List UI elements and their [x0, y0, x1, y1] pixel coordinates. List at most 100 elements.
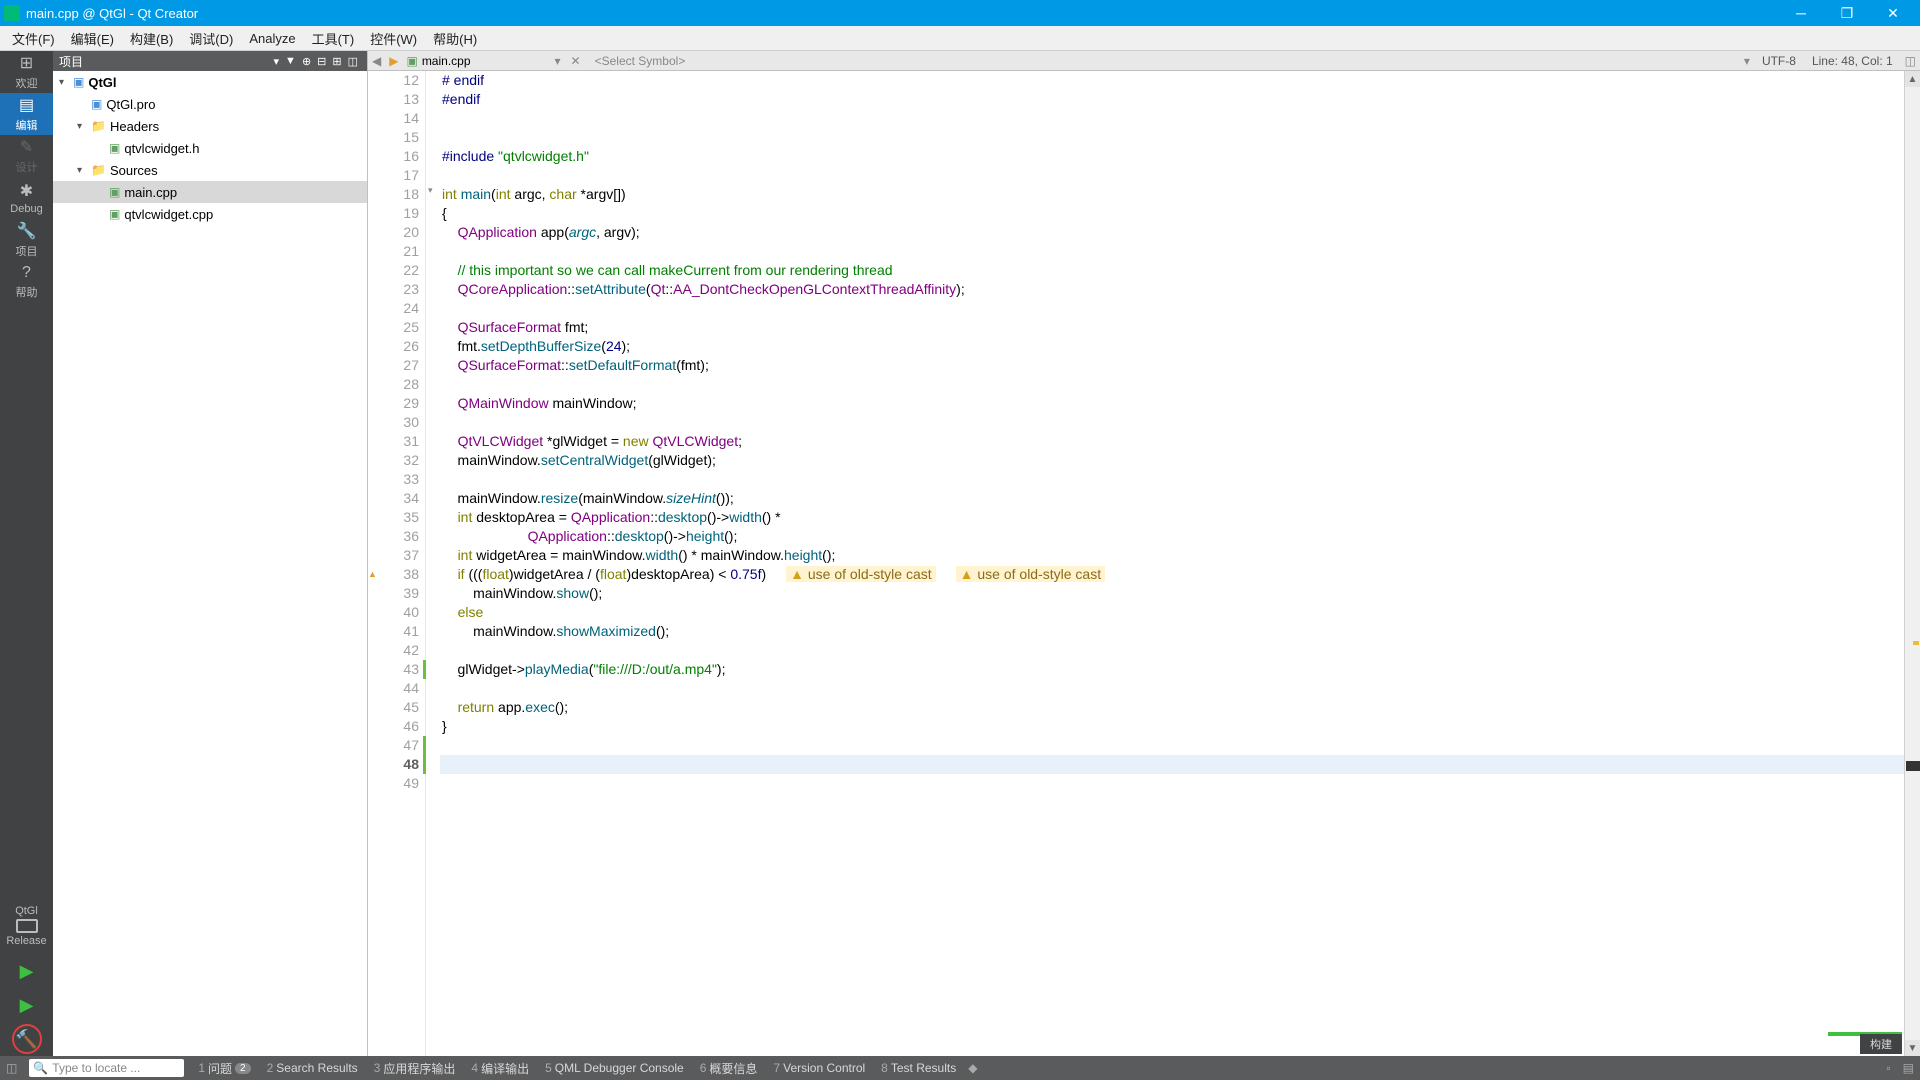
editor-area: ◀ ▶ ▣ main.cpp ▾ ✕ <Select Symbol> ▾ UTF… — [368, 51, 1920, 1056]
output-tab[interactable]: 5 QML Debugger Console — [537, 1060, 692, 1077]
twist-icon[interactable]: ▾ — [59, 77, 73, 88]
menu-item[interactable]: Analyze — [241, 26, 303, 51]
collapse-icon[interactable]: ⊞ — [329, 55, 344, 68]
tab-number: 7 — [773, 1061, 780, 1075]
node-label: main.cpp — [124, 185, 177, 200]
nav-forward-button[interactable]: ▶ — [385, 54, 402, 68]
dropdown-icon[interactable]: ▾ — [271, 55, 283, 68]
mode-编辑[interactable]: ▤编辑 — [0, 93, 53, 135]
symbol-dropdown-icon[interactable]: ▾ — [1740, 54, 1754, 68]
debug-run-button[interactable]: ▶ — [0, 988, 53, 1022]
twist-icon[interactable]: ▾ — [77, 121, 91, 132]
project-tree[interactable]: ▾▣QtGl ▣ QtGl.pro ▾📁Headers▣qtvlcwidget.h▾📁… — [53, 71, 367, 1056]
search-icon: 🔍 — [33, 1061, 48, 1075]
tree-node[interactable]: ▣main.cpp — [53, 181, 367, 203]
tree-node[interactable]: ▾📁Headers — [53, 115, 367, 137]
code-text[interactable]: # endif#endif#include "qtvlcwidget.h"int… — [440, 71, 1904, 1056]
menu-item[interactable]: 帮助(H) — [425, 26, 485, 51]
tree-node[interactable]: ▣qtvlcwidget.cpp — [53, 203, 367, 225]
output-tab[interactable]: 2 Search Results — [259, 1060, 366, 1077]
mode-项目[interactable]: 🔧项目 — [0, 219, 53, 261]
tree-node[interactable]: ▾▣QtGl — [53, 71, 367, 93]
menu-item[interactable]: 编辑(E) — [63, 26, 122, 51]
tab-number: 4 — [471, 1061, 478, 1075]
twist-icon[interactable]: ▾ — [77, 165, 91, 176]
minimize-button[interactable]: ─ — [1778, 0, 1824, 26]
more-icon[interactable]: ◆ — [964, 1061, 981, 1075]
symbol-selector[interactable]: <Select Symbol> — [587, 54, 1740, 68]
monitor-icon — [16, 919, 38, 933]
menu-item[interactable]: 调试(D) — [181, 26, 241, 51]
output-tab[interactable]: 6 概要信息 — [692, 1060, 766, 1077]
tab-dropdown-icon[interactable]: ▾ — [551, 54, 565, 68]
line-gutter[interactable]: 1213141516171819202122232425262728293031… — [382, 71, 426, 1056]
node-label: QtGl — [88, 75, 116, 90]
nav-back-button[interactable]: ◀ — [368, 54, 385, 68]
mode-欢迎[interactable]: ⊞欢迎 — [0, 51, 53, 93]
filter-icon[interactable]: ▼ — [282, 55, 299, 67]
kit-name: QtGl — [15, 905, 38, 917]
split-editor-icon[interactable]: ◫ — [1901, 54, 1920, 68]
menu-item[interactable]: 构建(B) — [122, 26, 181, 51]
editor-toolbar: ◀ ▶ ▣ main.cpp ▾ ✕ <Select Symbol> ▾ UTF… — [368, 51, 1920, 71]
maximize-button[interactable]: ❐ — [1824, 0, 1870, 26]
tab-label: 编译输出 — [481, 1060, 529, 1077]
tab-number: 3 — [374, 1061, 381, 1075]
tab-label: Version Control — [783, 1061, 865, 1075]
vertical-scrollbar[interactable]: ▲ ▼ — [1904, 71, 1920, 1056]
mode-设计[interactable]: ✎设计 — [0, 135, 53, 177]
file-icon: ▣ — [406, 54, 417, 68]
tree-node[interactable]: ▣ QtGl.pro — [53, 93, 367, 115]
tab-number: 5 — [545, 1061, 552, 1075]
mode-strip: ⊞欢迎▤编辑✎设计✱Debug🔧项目?帮助 QtGl Release ▶ ▶ 🔨 — [0, 51, 53, 1056]
tab-number: 6 — [700, 1061, 707, 1075]
build-button[interactable]: 🔨 — [0, 1022, 53, 1056]
mode-icon: ✎ — [20, 137, 33, 157]
mode-Debug[interactable]: ✱Debug — [0, 177, 53, 219]
sidebar-toggle-icon[interactable]: ▤ — [1897, 1061, 1920, 1075]
sync-icon[interactable]: ⊟ — [314, 55, 329, 68]
tree-node[interactable]: ▾📁Sources — [53, 159, 367, 181]
output-tab[interactable]: 4 编译输出 — [463, 1060, 537, 1077]
file-icon: ▣ — [91, 97, 102, 111]
scroll-up-icon[interactable]: ▲ — [1905, 71, 1920, 87]
position-marker — [1906, 761, 1920, 771]
build-label: 构建 — [1860, 1034, 1902, 1054]
close-button[interactable]: ✕ — [1870, 0, 1916, 26]
cursor-position[interactable]: Line: 48, Col: 1 — [1804, 54, 1901, 68]
mode-icon: ✱ — [20, 181, 33, 201]
split-icon[interactable]: ◫ — [345, 55, 361, 68]
mode-帮助[interactable]: ?帮助 — [0, 261, 53, 303]
tree-node[interactable]: ▣qtvlcwidget.h — [53, 137, 367, 159]
mode-label: 项目 — [16, 243, 38, 259]
menu-item[interactable]: 控件(W) — [362, 26, 425, 51]
output-tab[interactable]: 7 Version Control — [765, 1060, 873, 1077]
run-button[interactable]: ▶ — [0, 954, 53, 988]
output-tab[interactable]: 1 问题2 — [190, 1060, 258, 1077]
fold-icon[interactable]: ▾ — [428, 185, 433, 196]
encoding-label[interactable]: UTF-8 — [1754, 54, 1804, 68]
tab-label: 概要信息 — [709, 1060, 757, 1077]
tab-close-button[interactable]: ✕ — [565, 54, 587, 68]
menu-item[interactable]: 工具(T) — [304, 26, 363, 51]
code-area[interactable]: 1213141516171819202122232425262728293031… — [368, 71, 1920, 1056]
menu-item[interactable]: 文件(F) — [4, 26, 63, 51]
highlight-circle-icon — [12, 1024, 42, 1054]
scroll-down-icon[interactable]: ▼ — [1905, 1040, 1920, 1056]
menu-bar: 文件(F)编辑(E)构建(B)调试(D)Analyze工具(T)控件(W)帮助(… — [0, 26, 1920, 51]
mode-icon: ▤ — [19, 95, 34, 115]
mode-icon: ⊞ — [20, 53, 33, 73]
kit-selector[interactable]: QtGl Release — [0, 898, 53, 954]
output-tab[interactable]: 8 Test Results — [873, 1060, 964, 1077]
output-tab[interactable]: 3 应用程序输出 — [366, 1060, 464, 1077]
close-output-icon[interactable]: ▫ — [1880, 1061, 1896, 1075]
node-label: QtGl.pro — [106, 97, 155, 112]
output-toggle-icon[interactable]: ◫ — [0, 1061, 23, 1075]
inline-warning: ▲ use of old-style cast — [786, 566, 935, 582]
node-label: qtvlcwidget.cpp — [124, 207, 213, 222]
tab-filename[interactable]: main.cpp — [422, 54, 551, 68]
link-icon[interactable]: ⊕ — [299, 55, 314, 68]
node-label: Headers — [110, 119, 159, 134]
tab-label: QML Debugger Console — [555, 1061, 684, 1075]
locator-input[interactable]: 🔍 Type to locate ... — [29, 1059, 184, 1077]
